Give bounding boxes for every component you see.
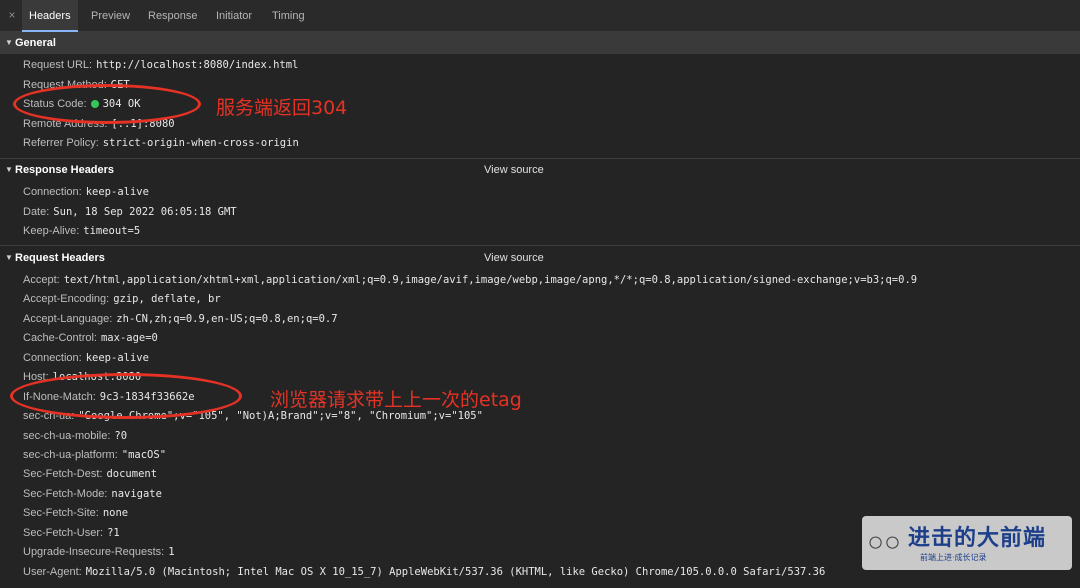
header-row: Keep-Alive: timeout=5 — [23, 223, 140, 239]
tab-initiator[interactable]: Initiator — [209, 0, 259, 32]
section-divider — [0, 245, 1080, 246]
close-icon[interactable]: × — [6, 8, 18, 22]
header-row: Accept: text/html,application/xhtml+xml,a… — [23, 272, 917, 288]
expand-triangle-icon: ▼ — [5, 253, 13, 262]
watermark: ○○ 进击的大前端 前端上进·成长记录 — [862, 516, 1072, 570]
header-row: Connection: keep-alive — [23, 350, 149, 366]
header-value: navigate — [111, 488, 162, 500]
status-code-annotation: 服务端返回304 — [216, 97, 348, 119]
header-row: Connection: keep-alive — [23, 184, 149, 200]
tab-response[interactable]: Response — [141, 0, 205, 32]
header-key: Request URL: — [23, 59, 93, 71]
header-value: document — [106, 468, 158, 480]
tab-preview[interactable]: Preview — [84, 0, 137, 32]
header-row: Date: Sun, 18 Sep 2022 06:05:18 GMT — [23, 204, 237, 220]
header-key: Sec-Fetch-User: — [23, 527, 104, 539]
header-row: User-Agent: Mozilla/5.0 (Macintosh; Intel… — [23, 564, 825, 580]
header-row: sec-ch-ua-platform: "macOS" — [23, 447, 166, 463]
header-key: Referrer Policy: — [23, 137, 99, 149]
header-row: Request URL: http://localhost:8080/index.… — [23, 57, 298, 73]
header-row: Sec-Fetch-Mode: navigate — [23, 486, 162, 502]
tab-timing[interactable]: Timing — [265, 0, 312, 32]
header-key: Cache-Control: — [23, 332, 97, 344]
devtools-tab-bar: × Headers Preview Response Initiator Tim… — [0, 0, 1080, 32]
expand-triangle-icon: ▼ — [5, 165, 13, 174]
header-value: max-age=0 — [100, 332, 158, 344]
etag-annotation: 浏览器请求带上上一次的etag — [270, 389, 522, 411]
header-value: Mozilla/5.0 (Macintosh; Intel Mac OS X 1… — [85, 566, 826, 578]
header-key: Keep-Alive: — [23, 225, 80, 237]
view-source-link[interactable]: View source — [484, 247, 544, 269]
header-value: keep-alive — [85, 352, 149, 364]
header-key: sec-ch-ua-mobile: — [23, 430, 111, 442]
header-value: zh-CN,zh;q=0.9,en-US;q=0.8,en;q=0.7 — [116, 313, 338, 325]
header-value: text/html,application/xhtml+xml,applicat… — [63, 274, 918, 286]
header-row: Accept-Encoding: gzip, deflate, br — [23, 291, 221, 307]
header-value: none — [102, 507, 129, 519]
request-headers-section-header[interactable]: ▼ Request Headers View source — [0, 247, 1080, 269]
view-source-link[interactable]: View source — [484, 159, 544, 181]
header-row: sec-ch-ua-mobile: ?0 — [23, 428, 127, 444]
header-value: strict-origin-when-cross-origin — [102, 137, 299, 149]
header-value: timeout=5 — [83, 225, 141, 237]
header-key: Accept-Language: — [23, 313, 113, 325]
general-section-header[interactable]: ▼ General — [0, 32, 1080, 54]
header-key: Sec-Fetch-Site: — [23, 507, 99, 519]
header-row: Cache-Control: max-age=0 — [23, 330, 158, 346]
header-key: Accept: — [23, 274, 60, 286]
header-value: Sun, 18 Sep 2022 06:05:18 GMT — [53, 206, 237, 218]
status-code-highlight-ellipse — [13, 84, 201, 124]
header-value: ?0 — [114, 430, 128, 442]
wechat-icon: ○○ — [867, 526, 901, 557]
header-key: sec-ch-ua-platform: — [23, 449, 118, 461]
if-none-match-highlight-ellipse — [10, 373, 242, 419]
watermark-subtitle: 前端上进·成长记录 — [920, 553, 987, 562]
header-row: Upgrade-Insecure-Requests: 1 — [23, 544, 175, 560]
header-key: Connection: — [23, 186, 82, 198]
section-title: General — [15, 37, 56, 49]
header-value: http://localhost:8080/index.html — [96, 59, 299, 71]
header-value: gzip, deflate, br — [113, 293, 221, 305]
header-key: Sec-Fetch-Dest: — [23, 468, 103, 480]
header-row: Accept-Language: zh-CN,zh;q=0.9,en-US;q=0… — [23, 311, 338, 327]
header-value: 1 — [168, 546, 175, 558]
section-title: Request Headers — [15, 252, 105, 264]
header-key: Sec-Fetch-Mode: — [23, 488, 108, 500]
header-row: Sec-Fetch-Site: none — [23, 505, 128, 521]
header-value: "macOS" — [121, 449, 167, 461]
header-row: Sec-Fetch-Dest: document — [23, 466, 157, 482]
header-key: Upgrade-Insecure-Requests: — [23, 546, 165, 558]
watermark-title: 进击的大前端 — [908, 526, 1047, 551]
header-key: User-Agent: — [23, 566, 82, 578]
header-value: keep-alive — [85, 186, 149, 198]
tab-headers[interactable]: Headers — [22, 0, 78, 32]
section-title: Response Headers — [15, 164, 115, 176]
header-row: Sec-Fetch-User: ?1 — [23, 525, 120, 541]
header-row: Referrer Policy: strict-origin-when-cross… — [23, 135, 299, 151]
expand-triangle-icon: ▼ — [5, 38, 13, 47]
header-value: ?1 — [107, 527, 120, 539]
header-key: Date: — [23, 206, 50, 218]
header-key: Connection: — [23, 352, 82, 364]
response-headers-section-header[interactable]: ▼ Response Headers View source — [0, 159, 1080, 181]
header-key: Accept-Encoding: — [23, 293, 110, 305]
